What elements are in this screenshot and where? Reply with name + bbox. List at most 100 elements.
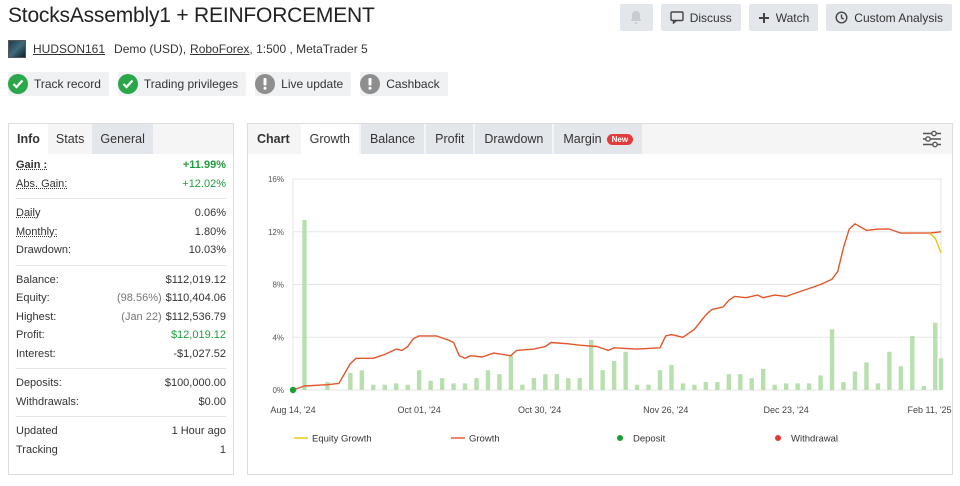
activity-bar	[634, 384, 640, 390]
activity-bar	[451, 383, 456, 390]
custom-analysis-button[interactable]: Custom Analysis	[826, 4, 952, 31]
activity-bar	[302, 219, 307, 390]
updated-row: Updated 1 Hour ago	[16, 422, 226, 441]
activity-bar	[439, 378, 445, 390]
activity-bar	[715, 382, 720, 390]
activity-bar	[875, 383, 881, 390]
activity-bar	[669, 364, 674, 390]
activity-bar	[864, 362, 869, 390]
exclamation-icon	[360, 74, 381, 94]
divider	[16, 368, 226, 369]
x-tick-label: Oct 01, '24	[398, 405, 441, 415]
interest-value: -$1,027.52	[173, 347, 226, 360]
monthly-label[interactable]: Monthly:	[16, 226, 58, 238]
tracking-value: 1	[219, 443, 226, 456]
activity-bar	[726, 374, 732, 390]
highest-label: Highest:	[16, 310, 57, 323]
bell-icon	[630, 11, 642, 24]
activity-bar	[428, 380, 433, 390]
tab-balance[interactable]: Balance	[360, 124, 425, 154]
chat-icon	[670, 11, 684, 24]
custom-analysis-label: Custom Analysis	[854, 10, 943, 25]
tab-profit[interactable]: Profit	[426, 124, 474, 154]
abs-gain-label[interactable]: Abs. Gain:	[16, 178, 67, 190]
activity-bar	[416, 370, 422, 390]
drawdown-value: 10.03%	[188, 244, 226, 257]
activity-bar	[887, 351, 892, 390]
equity-row: Equity: (98.56%) $110,404.06	[16, 289, 226, 308]
divider	[16, 198, 226, 199]
info-rows: Gain : +11.99% Abs. Gain: +12.02% Daily 0.0…	[9, 154, 233, 461]
balance-row: Balance: $112,019.12	[16, 271, 226, 290]
activity-bar	[543, 374, 548, 390]
daily-label[interactable]: Daily	[16, 207, 40, 219]
daily-row: Daily 0.06%	[16, 204, 226, 223]
activity-bar	[325, 382, 330, 390]
abs-gain-value: +12.02%	[182, 177, 226, 190]
tracking-row: Tracking 1	[16, 441, 226, 460]
legend-swatch	[775, 435, 781, 441]
chart-tabs: Chart Growth Balance Profit Drawdown Mar…	[248, 124, 952, 154]
header-actions: Discuss Watch Custom Analysis	[619, 4, 952, 31]
info-tabs: Info Stats General	[9, 124, 233, 154]
activity-bar	[462, 383, 468, 390]
growth-line	[292, 223, 942, 391]
tab-margin[interactable]: Margin New	[554, 124, 643, 154]
activity-bar	[749, 378, 754, 390]
activity-bar	[359, 370, 365, 390]
badge-live-update[interactable]: Live update	[255, 72, 352, 96]
discuss-button[interactable]: Discuss	[660, 4, 741, 31]
deposit-point	[289, 386, 297, 394]
chart-tabs-label: Chart	[257, 132, 290, 146]
tab-general[interactable]: General	[92, 124, 153, 154]
badge-label: Live update	[281, 77, 344, 91]
notify-button[interactable]	[619, 4, 653, 31]
broker-link[interactable]: RoboForex	[190, 42, 249, 56]
tab-growth[interactable]: Growth	[300, 124, 359, 154]
activity-bar	[474, 378, 479, 390]
check-icon	[8, 74, 28, 94]
divider	[16, 264, 226, 266]
divider	[16, 416, 226, 417]
activity-bar	[554, 374, 559, 390]
equity-percent: (98.56%)	[117, 292, 162, 305]
activity-bar	[611, 360, 617, 390]
badge-label: Cashback	[386, 77, 440, 91]
daily-value: 0.06%	[194, 207, 226, 220]
badge-label: Trading privileges	[143, 77, 239, 91]
activity-bar	[921, 386, 926, 390]
tab-info[interactable]: Info	[9, 124, 48, 154]
gain-label[interactable]: Gain :	[16, 159, 47, 171]
y-tick-label: 4%	[272, 333, 284, 342]
gain-row: Gain : +11.99%	[16, 156, 226, 175]
highest-value: $112,536.79	[165, 310, 226, 323]
activity-bar	[657, 370, 663, 390]
watch-button[interactable]: Watch	[748, 4, 819, 31]
y-tick-label: 8%	[272, 281, 284, 290]
user-link[interactable]: HUDSON161	[33, 42, 105, 56]
tab-drawdown[interactable]: Drawdown	[475, 124, 553, 154]
activity-bar	[371, 384, 376, 390]
profit-label: Profit:	[16, 329, 45, 342]
tab-stats[interactable]: Stats	[48, 124, 93, 154]
chart-settings-button[interactable]	[922, 130, 942, 153]
badge-cashback[interactable]: Cashback	[360, 72, 448, 96]
legend-label: Growth	[469, 434, 500, 445]
badge-label: Track record	[34, 77, 101, 91]
activity-bar	[783, 383, 789, 390]
activity-bar	[508, 355, 514, 390]
x-tick-label: Dec 23, '24	[764, 405, 809, 415]
account-line: HUDSON161 Demo (USD), RoboForex , 1:500 …	[8, 40, 368, 58]
badge-track-record[interactable]: Track record	[8, 72, 109, 96]
activity-bar	[600, 370, 605, 390]
activity-bar	[910, 335, 915, 390]
info-panel: Info Stats General Gain : +11.99% Abs. Ga…	[8, 123, 234, 475]
activity-bar	[938, 358, 944, 390]
tracking-label: Tracking	[16, 443, 58, 456]
badge-trading-privileges[interactable]: Trading privileges	[117, 72, 247, 96]
legend-swatch	[617, 435, 623, 441]
activity-bar	[566, 378, 571, 390]
withdrawals-value: $0.00	[198, 395, 226, 408]
account-type: Demo (USD),	[114, 42, 187, 56]
activity-bar	[761, 368, 766, 390]
